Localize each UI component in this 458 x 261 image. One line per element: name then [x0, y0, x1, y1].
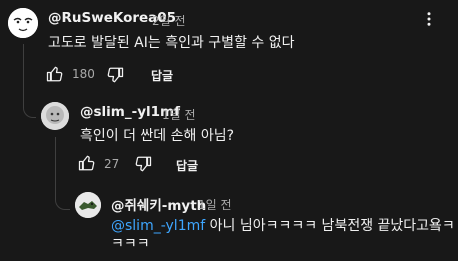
thumbs-up-icon[interactable] [46, 65, 64, 83]
reply-button[interactable]: 답글 [151, 67, 173, 84]
avatar[interactable] [8, 8, 38, 38]
comment-time[interactable]: 1일 전 [198, 196, 232, 213]
comment-author[interactable]: @쥐쉐키-myth [111, 194, 206, 214]
thumbs-up-icon[interactable] [78, 154, 96, 172]
thread-connector [23, 44, 36, 118]
mention-link[interactable]: @slim_-yl1mf [111, 218, 205, 234]
avatar[interactable] [41, 102, 69, 130]
comment-text: 흑인이 더 싼데 손해 아님? [80, 128, 235, 144]
comment-text-line2: ㅋㅋㅋ [111, 236, 150, 252]
like-count: 180 [72, 67, 95, 81]
meme-face-avatar [8, 8, 38, 38]
comment-time[interactable]: 2일 전 [152, 12, 186, 29]
thumbs-down-icon[interactable] [106, 66, 124, 84]
comment-text: 고도로 발달된 AI는 흑인과 구별할 수 없다 [48, 35, 295, 51]
meme-face-avatar [41, 102, 69, 130]
creature-avatar [75, 192, 101, 218]
more-vertical-icon[interactable] [420, 10, 438, 28]
comment-text-line1: 아니 님아ㅋㅋㅋㅋ 남북전쟁 끝났다고욬ㅋ [205, 218, 455, 234]
thread-connector [55, 137, 70, 210]
like-count: 27 [104, 157, 120, 171]
thumbs-down-icon[interactable] [134, 155, 152, 173]
reply-button[interactable]: 답글 [176, 157, 198, 174]
comment-text: @slim_-yl1mf 아니 님아ㅋㅋㅋㅋ 남북전쟁 끝났다고욬ㅋ [111, 215, 455, 237]
comment-time[interactable]: 1일 전 [162, 106, 196, 123]
avatar[interactable] [75, 192, 101, 218]
comments-section: @RuSweKorea05 2일 전 고도로 발달된 AI는 흑인과 구별할 수… [0, 0, 458, 261]
